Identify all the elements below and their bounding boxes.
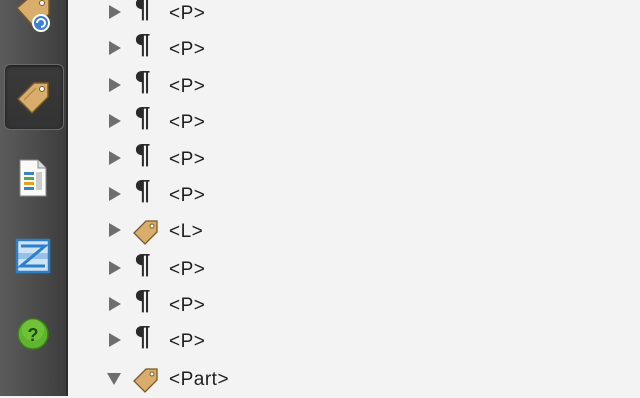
tags-order-button[interactable] <box>4 0 62 46</box>
tree-row[interactable]: ¶ <P> <box>68 322 640 360</box>
svg-text:?: ? <box>28 325 39 345</box>
tree-row-label: <P> <box>169 185 206 206</box>
tag-refresh-icon <box>15 0 50 32</box>
reading-order-icon <box>15 238 51 274</box>
tree-row-label: <P> <box>169 149 206 170</box>
pilcrow-icon: ¶ <box>134 322 152 353</box>
pilcrow-icon: ¶ <box>134 250 152 281</box>
collapsed-triangle-icon[interactable] <box>106 332 122 348</box>
collapsed-triangle-icon[interactable] <box>106 113 122 129</box>
tag-icon <box>16 82 49 115</box>
tree-row[interactable]: ¶ <P> <box>68 286 640 324</box>
tree-row-label: <P> <box>169 39 206 60</box>
pilcrow-icon: ¶ <box>134 176 152 207</box>
tree-row[interactable]: ¶ <P> <box>68 140 640 178</box>
pilcrow-icon: ¶ <box>134 286 152 317</box>
tree-row-label: <P> <box>169 295 206 316</box>
pilcrow-icon: ¶ <box>134 103 152 134</box>
collapsed-triangle-icon[interactable] <box>106 40 122 56</box>
collapsed-triangle-icon[interactable] <box>106 222 122 238</box>
tag-icon <box>132 218 160 250</box>
help-icon: ? <box>17 318 49 350</box>
collapsed-triangle-icon[interactable] <box>106 186 122 202</box>
help-button[interactable]: ? <box>4 302 62 366</box>
tree-row[interactable]: ¶ <P> <box>68 0 640 32</box>
tree-row-label: <P> <box>169 259 206 280</box>
navigation-sidebar: ? <box>0 0 66 396</box>
document-icon <box>19 159 47 197</box>
tree-row[interactable]: <Part> <box>68 362 640 398</box>
tree-row[interactable]: <L> <box>68 214 640 250</box>
collapsed-triangle-icon[interactable] <box>106 260 122 276</box>
pilcrow-icon: ¶ <box>134 0 152 25</box>
tree-row-label: <L> <box>169 221 204 242</box>
tree-row[interactable]: ¶ <P> <box>68 176 640 214</box>
collapsed-triangle-icon[interactable] <box>106 150 122 166</box>
tree-row-label: <P> <box>169 112 206 133</box>
tree-row-label: <P> <box>169 331 206 352</box>
tags-tree: ¶ <P> ¶ <P> ¶ <P> ¶ <P> ¶ <P> ¶ <P> <L> ¶ <P> ¶ <P> ¶ <P> <… <box>68 0 640 396</box>
reading-order-button[interactable] <box>4 224 62 288</box>
tag-icon <box>132 366 160 398</box>
collapsed-triangle-icon[interactable] <box>106 296 122 312</box>
tree-row[interactable]: ¶ <P> <box>68 103 640 141</box>
tree-row[interactable]: ¶ <P> <box>68 67 640 105</box>
collapsed-triangle-icon[interactable] <box>106 77 122 93</box>
collapsed-triangle-icon[interactable] <box>106 4 122 20</box>
pilcrow-icon: ¶ <box>134 30 152 61</box>
tree-row[interactable]: ¶ <P> <box>68 250 640 288</box>
tags-panel-button[interactable] <box>4 64 64 130</box>
tree-row[interactable]: ¶ <P> <box>68 30 640 68</box>
tree-row-label: <Part> <box>169 369 230 390</box>
tree-row-label: <P> <box>169 3 206 24</box>
tree-row-label: <P> <box>169 76 206 97</box>
expanded-triangle-icon[interactable] <box>106 370 122 386</box>
content-panel-button[interactable] <box>4 146 62 210</box>
pilcrow-icon: ¶ <box>134 140 152 171</box>
pilcrow-icon: ¶ <box>134 67 152 98</box>
